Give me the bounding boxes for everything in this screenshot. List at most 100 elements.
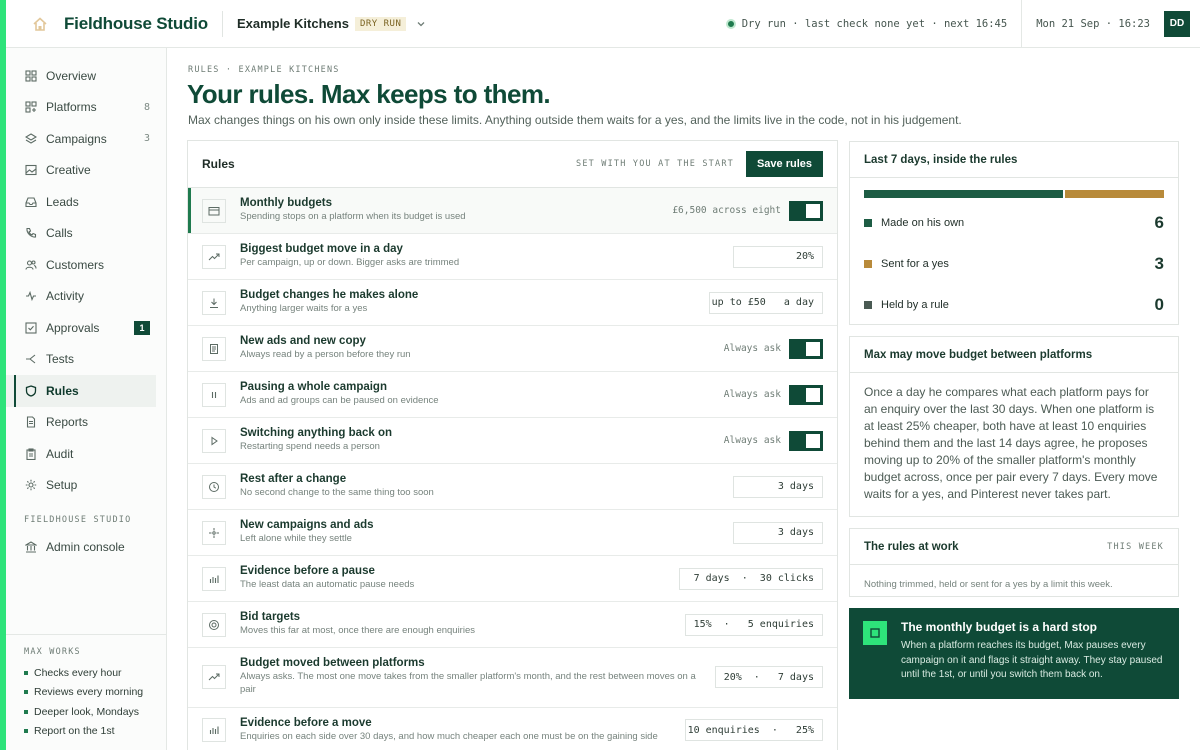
- rule-name: Evidence before a move: [240, 716, 372, 729]
- sidebar-section-label: FIELDHOUSE STUDIO: [24, 515, 132, 525]
- sidebar-item-creative[interactable]: Creative: [6, 155, 166, 187]
- rule-name: Budget moved between platforms: [240, 657, 425, 670]
- phone-icon: [24, 226, 38, 240]
- rule-row-evidence-pause[interactable]: Evidence before a pause The least data a…: [188, 556, 837, 602]
- divider: [221, 10, 223, 37]
- image-icon: [24, 163, 38, 177]
- switch-on-toggle[interactable]: [789, 430, 823, 451]
- page-icon: [202, 336, 226, 361]
- list-item: Checks every hour: [6, 663, 166, 683]
- sidebar-item-leads[interactable]: Leads: [6, 186, 166, 218]
- chevron-down-icon[interactable]: [416, 19, 426, 29]
- biggest-move-input[interactable]: 20%: [733, 245, 823, 268]
- alone-limit-input[interactable]: up to £50 a day: [709, 291, 823, 314]
- sidebar-item-label: Creative: [46, 163, 91, 178]
- sidebar-item-label: Admin console: [46, 539, 125, 554]
- rule-row-monthly-budgets[interactable]: Monthly budgets Spending stops on a plat…: [188, 188, 837, 234]
- rule-row-budget-between-platforms[interactable]: Budget moved between platforms Always as…: [188, 648, 837, 708]
- save-rules-button[interactable]: Save rules: [745, 151, 823, 177]
- sidebar-item-admin-console[interactable]: Admin console: [6, 531, 166, 563]
- sidebar-item-label: Approvals: [46, 320, 100, 335]
- settle-days-input[interactable]: 3 days: [733, 521, 823, 544]
- campaigns-count: 3: [143, 133, 150, 145]
- stat-label: Sent for a yes: [881, 257, 949, 270]
- rule-row-budget-changes-alone[interactable]: Budget changes he makes alone Anything l…: [188, 280, 837, 326]
- rule-row-rest-after-change[interactable]: Rest after a change No second change to …: [188, 464, 837, 510]
- monthly-budgets-toggle[interactable]: [789, 200, 823, 221]
- rule-row-new-campaigns[interactable]: New campaigns and ads Left alone while t…: [188, 510, 837, 556]
- list-item: Report on the 1st: [6, 722, 166, 742]
- download-icon: [202, 290, 226, 315]
- sidebar-item-reports[interactable]: Reports: [6, 407, 166, 439]
- rule-row-evidence-move[interactable]: Evidence before a move Enquiries on each…: [188, 708, 837, 750]
- rule-row-pausing-campaign[interactable]: Pausing a whole campaign Ads and ad grou…: [188, 372, 837, 418]
- sidebar-item-label: Leads: [46, 194, 79, 209]
- sidebar-item-customers[interactable]: Customers: [6, 249, 166, 281]
- rule-description: Always asks. The most one move takes fro…: [240, 671, 696, 696]
- legend-square-icon: [864, 259, 872, 268]
- page-title: Your rules. Max keeps to them.: [187, 79, 551, 109]
- sidebar-item-rules[interactable]: Rules: [6, 375, 156, 407]
- this-week-tag: THIS WEEK: [1107, 541, 1164, 552]
- sidebar-item-activity[interactable]: Activity: [6, 281, 166, 313]
- sidebar-item-setup[interactable]: Setup: [6, 470, 166, 502]
- rule-row-switching-on[interactable]: Switching anything back on Restarting sp…: [188, 418, 837, 464]
- list-item: Deeper look, Mondays: [6, 702, 166, 722]
- new-ads-toggle[interactable]: [789, 338, 823, 359]
- run-status: Dry run · last check none yet · next 16:…: [725, 18, 1022, 30]
- rule-note: Always ask: [723, 343, 781, 354]
- summary-title-text: Last 7 days, inside the rules: [864, 153, 1018, 166]
- sidebar-item-audit[interactable]: Audit: [6, 438, 166, 470]
- sidebar-item-campaigns[interactable]: Campaigns 3: [6, 123, 166, 155]
- bullet-icon: [24, 690, 28, 695]
- sidebar-item-label: Tests: [46, 352, 75, 367]
- sent-for-yes-bar-segment: [1064, 190, 1164, 198]
- rest-days-input[interactable]: 3 days: [733, 475, 823, 498]
- sidebar-item-calls[interactable]: Calls: [6, 218, 166, 250]
- sidebar-item-overview[interactable]: Overview: [6, 60, 166, 92]
- stat-value: 0: [1154, 294, 1164, 314]
- max-works-title: MAX WORKS: [24, 647, 81, 657]
- sidebar-item-label: Activity: [46, 289, 85, 304]
- sidebar-item-label: Setup: [46, 478, 78, 493]
- rule-description: Enquiries on each side over 30 days, and…: [240, 730, 658, 742]
- rule-note: Always ask: [723, 389, 781, 400]
- check-square-icon: [24, 321, 38, 335]
- brand-name[interactable]: Fieldhouse Studio: [64, 14, 208, 34]
- platform-move-input[interactable]: 20% · 7 days: [715, 666, 823, 689]
- max-works-panel: MAX WORKS Checks every hour Reviews ever…: [6, 634, 166, 741]
- trend-icon: [202, 665, 226, 690]
- sidebar-item-approvals[interactable]: Approvals 1: [6, 312, 166, 344]
- client-switcher[interactable]: Example Kitchens: [237, 16, 349, 31]
- rule-row-bid-targets[interactable]: Bid targets Moves this far at most, once…: [188, 602, 837, 648]
- inbox-icon: [24, 195, 38, 209]
- sidebar-item-tests[interactable]: Tests: [6, 344, 166, 376]
- rule-name: New ads and new copy: [240, 335, 366, 348]
- sidebar-item-label: Rules: [46, 383, 79, 398]
- sparkle-icon: [202, 520, 226, 545]
- target-icon: [202, 612, 226, 637]
- breadcrumb: RULES · EXAMPLE KITCHENS: [188, 65, 340, 75]
- move-evidence-input[interactable]: 10 enquiries · 25%: [685, 719, 823, 741]
- rule-name: Monthly budgets: [240, 197, 332, 210]
- sidebar-item-label: Reports: [46, 415, 89, 430]
- bars-icon: [202, 566, 226, 591]
- rule-row-new-ads[interactable]: New ads and new copy Always read by a pe…: [188, 326, 837, 372]
- platforms-count: 8: [143, 101, 150, 113]
- grid-icon: [24, 69, 38, 83]
- avatar[interactable]: DD: [1164, 10, 1190, 37]
- clock: Mon 21 Sep · 16:23: [1036, 17, 1150, 30]
- pausing-toggle[interactable]: [789, 384, 823, 405]
- rule-description: Always read by a person before they run: [240, 349, 411, 361]
- home-icon[interactable]: [20, 16, 60, 32]
- rule-row-biggest-budget-move[interactable]: Biggest budget move in a day Per campaig…: [188, 234, 837, 280]
- list-item-text: Report on the 1st: [34, 725, 115, 738]
- list-item-text: Checks every hour: [34, 666, 122, 679]
- sidebar-item-platforms[interactable]: Platforms 8: [6, 92, 166, 124]
- bid-target-input[interactable]: 15% · 5 enquiries: [685, 613, 823, 636]
- layers-icon: [24, 132, 38, 146]
- made-on-own-bar-segment: [864, 190, 1063, 198]
- rule-description: The least data an automatic pause needs: [240, 579, 415, 591]
- budget-move-description: Once a day he compares what each platfor…: [864, 385, 1158, 502]
- pause-evidence-input[interactable]: 7 days · 30 clicks: [679, 567, 823, 590]
